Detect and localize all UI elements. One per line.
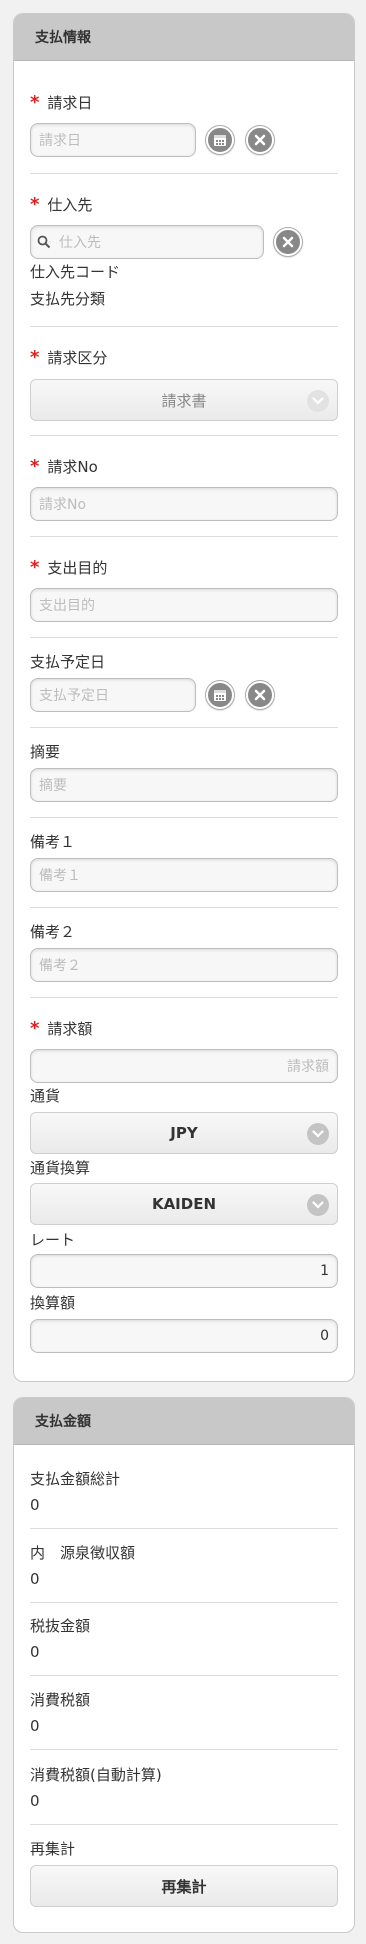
divider xyxy=(30,727,338,728)
divider xyxy=(30,1602,338,1603)
tax-label: 消費税額 xyxy=(30,1691,91,1709)
divider xyxy=(30,817,338,818)
seikyu-kubun-select[interactable]: 請求書 xyxy=(30,379,338,421)
kansan-gaku-input[interactable]: 0 xyxy=(30,1319,338,1353)
withholding-value: 0 xyxy=(30,1570,40,1588)
shiharaisaki-category-label: 支払先分類 xyxy=(30,290,106,308)
pretax-label: 税抜金額 xyxy=(30,1617,91,1635)
divider xyxy=(30,435,338,436)
close-icon xyxy=(282,236,294,248)
biko1-label: 備考１ xyxy=(30,833,76,851)
biko2-label: 備考２ xyxy=(30,923,76,941)
required-mark: * xyxy=(30,557,40,578)
payment-amount-header: 支払金額 xyxy=(14,1398,354,1445)
seikyu-gaku-label: * 請求額 xyxy=(30,1018,93,1039)
biko2-input[interactable]: 備考２ xyxy=(30,948,338,982)
search-icon xyxy=(37,235,51,249)
divider xyxy=(30,1749,338,1750)
shiharai-yotei-input[interactable]: 支払予定日 xyxy=(30,678,196,712)
clear-date-button[interactable] xyxy=(246,126,274,154)
shishutsu-mokuteki-input[interactable]: 支出目的 xyxy=(30,588,338,622)
tsuka-select[interactable]: JPY xyxy=(30,1112,338,1154)
seikyu-gaku-input[interactable]: 請求額 xyxy=(30,1049,338,1083)
pretax-value: 0 xyxy=(30,1643,40,1661)
calendar-button[interactable] xyxy=(206,681,234,709)
close-icon xyxy=(254,134,266,146)
required-mark: * xyxy=(30,92,40,113)
payment-info-header: 支払情報 xyxy=(14,14,354,61)
shishutsu-mokuteki-label: * 支出目的 xyxy=(30,557,108,578)
seikyu-date-label: * 請求日 xyxy=(30,92,93,113)
required-mark: * xyxy=(30,1018,40,1039)
required-mark: * xyxy=(30,347,40,368)
shiiresaki-code-label: 仕入先コード xyxy=(30,263,121,281)
divider xyxy=(30,173,338,174)
tax-auto-value: 0 xyxy=(30,1792,40,1810)
rate-label: レート xyxy=(30,1231,76,1249)
kansan-gaku-label: 換算額 xyxy=(30,1294,76,1312)
chevron-down-icon xyxy=(307,1194,329,1216)
required-mark: * xyxy=(30,194,40,215)
clear-shiiresaki-button[interactable] xyxy=(274,228,302,256)
tsuka-kansan-label: 通貨換算 xyxy=(30,1159,91,1177)
biko1-input[interactable]: 備考１ xyxy=(30,858,338,892)
total-value: 0 xyxy=(30,1496,40,1514)
divider xyxy=(30,997,338,998)
divider xyxy=(30,1824,338,1825)
seikyu-date-input[interactable]: 請求日 xyxy=(30,123,196,157)
seikyu-no-label: * 請求No xyxy=(30,456,98,477)
shiiresaki-label: * 仕入先 xyxy=(30,194,93,215)
clear-date-button[interactable] xyxy=(246,681,274,709)
recalc-label: 再集計 xyxy=(30,1840,76,1858)
divider xyxy=(30,637,338,638)
payment-amount-panel: 支払金額 支払金額総計 0 内 源泉徴収額 0 税抜金額 0 消費税額 0 消費… xyxy=(13,1397,355,1933)
tsuka-label: 通貨 xyxy=(30,1087,61,1105)
close-icon xyxy=(254,689,266,701)
divider xyxy=(30,907,338,908)
divider xyxy=(30,1528,338,1529)
shiharai-yotei-label: 支払予定日 xyxy=(30,653,106,671)
chevron-down-icon xyxy=(307,390,329,412)
withholding-label: 内 源泉徴収額 xyxy=(30,1544,136,1562)
calendar-icon xyxy=(214,135,226,146)
payment-info-panel: 支払情報 * 請求日 請求日 * 仕入先 仕入先 仕入先コード 支払先分類 * 請求区… xyxy=(13,13,355,1382)
shiiresaki-input[interactable]: 仕入先 xyxy=(30,225,264,259)
tsuka-kansan-select[interactable]: KAIDEN xyxy=(30,1183,338,1225)
calendar-button[interactable] xyxy=(206,126,234,154)
seikyu-no-input[interactable]: 請求No xyxy=(30,487,338,521)
rate-input[interactable]: 1 xyxy=(30,1254,338,1288)
seikyu-kubun-label: * 請求区分 xyxy=(30,347,108,368)
tekiyo-label: 摘要 xyxy=(30,743,61,761)
required-mark: * xyxy=(30,456,40,477)
tekiyo-input[interactable]: 摘要 xyxy=(30,768,338,802)
chevron-down-icon xyxy=(307,1123,329,1145)
divider xyxy=(30,1675,338,1676)
calendar-icon xyxy=(214,690,226,701)
tax-auto-label: 消費税額(自動計算) xyxy=(30,1766,162,1784)
total-label: 支払金額総計 xyxy=(30,1470,121,1488)
divider xyxy=(30,536,338,537)
tax-value: 0 xyxy=(30,1717,40,1735)
divider xyxy=(30,326,338,327)
recalc-button[interactable]: 再集計 xyxy=(30,1865,338,1907)
